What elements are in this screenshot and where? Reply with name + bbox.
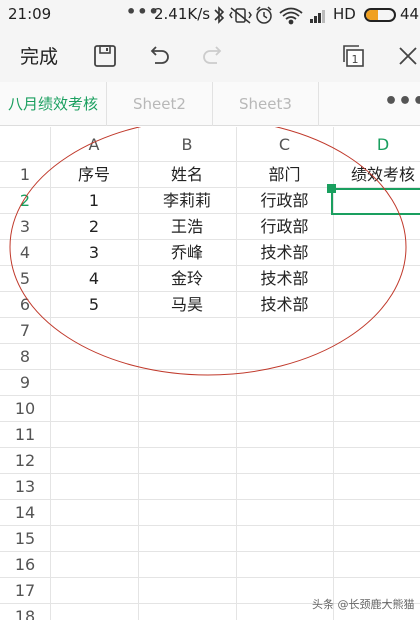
cell-b4[interactable]: 乔峰 — [138, 240, 236, 266]
row-header[interactable]: 15 — [0, 526, 50, 552]
toolbar: 完成 1 — [0, 30, 420, 82]
cell-d5[interactable] — [333, 266, 420, 292]
redo-icon[interactable] — [199, 42, 227, 70]
cell-b6[interactable]: 马昊 — [138, 292, 236, 318]
grid-line — [0, 525, 420, 526]
cell-d1[interactable]: 绩效考核 — [333, 162, 420, 188]
watermark: 头条 @长颈鹿大熊猫 — [312, 598, 415, 611]
cell-c6[interactable]: 技术部 — [236, 292, 333, 318]
more-tabs-button[interactable]: ••• — [384, 82, 420, 126]
row-header[interactable]: 3 — [0, 214, 50, 240]
row-header[interactable]: 12 — [0, 448, 50, 474]
cell-c5[interactable]: 技术部 — [236, 266, 333, 292]
cell-d6[interactable] — [333, 292, 420, 318]
row-header[interactable]: 11 — [0, 422, 50, 448]
wifi-icon — [279, 7, 303, 25]
row-header[interactable]: 8 — [0, 344, 50, 370]
cell-a6[interactable]: 5 — [50, 292, 138, 318]
cell-b5[interactable]: 金玲 — [138, 266, 236, 292]
cell-c3[interactable]: 行政部 — [236, 214, 333, 240]
spreadsheet-grid[interactable]: A B C D 1 2 3 4 5 6 7 8 9 10 11 12 13 14 15 16 17 18 序号 姓名 部门 绩效考… — [0, 127, 420, 620]
cell-a1[interactable]: 序号 — [50, 162, 138, 188]
cell-selection[interactable] — [331, 188, 420, 215]
row-header[interactable]: 4 — [0, 240, 50, 266]
network-speed: 2.41K/s — [154, 5, 211, 23]
row-header[interactable]: 1 — [0, 162, 50, 188]
grid-line — [0, 421, 420, 422]
cell-a4[interactable]: 3 — [50, 240, 138, 266]
cell-a2[interactable]: 1 — [50, 188, 138, 214]
vibrate-icon — [229, 7, 252, 24]
window-count: 1 — [352, 53, 359, 66]
window-switch-icon[interactable]: 1 — [340, 42, 368, 70]
row-header[interactable]: 13 — [0, 474, 50, 500]
grid-line — [0, 447, 420, 448]
tab-sheet-3[interactable]: Sheet3 — [213, 82, 319, 126]
row-header[interactable]: 6 — [0, 292, 50, 318]
signal-icon — [310, 10, 325, 23]
cell-a3[interactable]: 2 — [50, 214, 138, 240]
cell-c1[interactable]: 部门 — [236, 162, 333, 188]
cell-c2[interactable]: 行政部 — [236, 188, 333, 214]
row-header[interactable]: 10 — [0, 396, 50, 422]
cell-c4[interactable]: 技术部 — [236, 240, 333, 266]
hd-label: HD — [333, 5, 356, 23]
undo-icon[interactable] — [145, 42, 173, 70]
status-bar: 21:09 ••• 2.41K/s HD 44 — [0, 0, 420, 30]
row-header[interactable]: 2 — [0, 188, 50, 214]
battery-level — [366, 10, 379, 20]
tab-sheet-1[interactable]: 八月绩效考核 — [0, 82, 107, 126]
row-header[interactable]: 18 — [0, 604, 50, 620]
cell-a5[interactable]: 4 — [50, 266, 138, 292]
cell-b1[interactable]: 姓名 — [138, 162, 236, 188]
save-icon[interactable] — [91, 42, 119, 70]
cell-b2[interactable]: 李莉莉 — [138, 188, 236, 214]
column-header-d[interactable]: D — [333, 127, 420, 162]
grid-line — [0, 369, 420, 370]
grid-line — [0, 551, 420, 552]
sheet-tabs: 八月绩效考核 Sheet2 Sheet3 ••• — [0, 82, 420, 126]
row-header[interactable]: 9 — [0, 370, 50, 396]
cell-b3[interactable]: 王浩 — [138, 214, 236, 240]
bluetooth-icon — [214, 6, 225, 24]
tab-sheet-2[interactable]: Sheet2 — [107, 82, 213, 126]
battery-percent: 44 — [400, 5, 420, 23]
cell-d3[interactable] — [333, 214, 420, 240]
column-header-b[interactable]: B — [138, 127, 236, 162]
alarm-icon — [256, 6, 272, 24]
grid-line — [0, 395, 420, 396]
close-icon[interactable] — [394, 42, 420, 70]
grid-line — [0, 499, 420, 500]
row-header[interactable]: 7 — [0, 318, 50, 344]
cell-d4[interactable] — [333, 240, 420, 266]
row-header[interactable]: 5 — [0, 266, 50, 292]
done-button[interactable]: 完成 — [20, 42, 58, 69]
grid-line — [0, 577, 420, 578]
row-header[interactable]: 14 — [0, 500, 50, 526]
row-header[interactable]: 16 — [0, 552, 50, 578]
selection-handle[interactable] — [327, 184, 336, 193]
column-header-c[interactable]: C — [236, 127, 333, 162]
grid-line — [0, 343, 420, 344]
row-header[interactable]: 17 — [0, 578, 50, 604]
status-icons — [214, 6, 325, 25]
battery-icon — [364, 8, 396, 22]
column-header-a[interactable]: A — [50, 127, 138, 162]
status-time: 21:09 — [8, 5, 52, 23]
grid-line — [0, 473, 420, 474]
